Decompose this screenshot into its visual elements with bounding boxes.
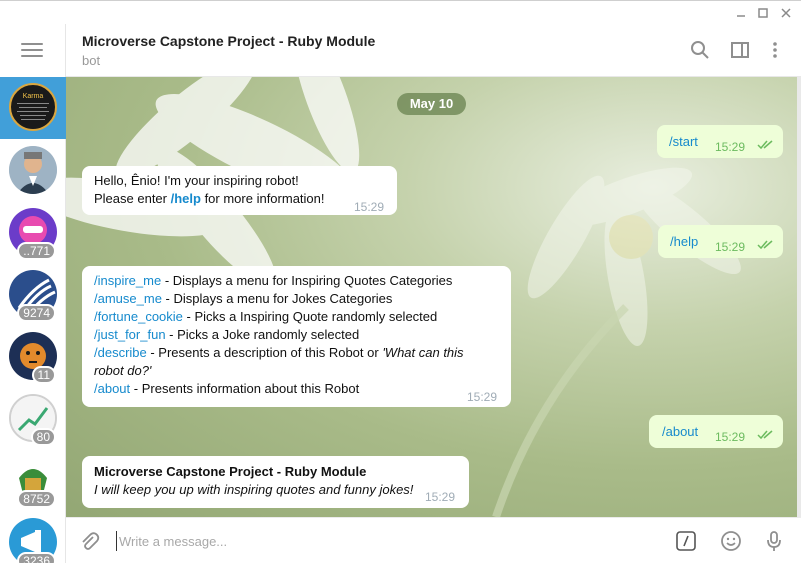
message-time: 15:29 <box>715 140 746 154</box>
chat-item[interactable]: 3236 <box>0 512 66 563</box>
outgoing-message[interactable]: /start 15:29 <box>657 125 783 158</box>
message-time: 15:29 <box>715 430 746 444</box>
more-vertical-icon[interactable] <box>764 39 786 61</box>
incoming-message[interactable]: Microverse Capstone Project - Ruby Modul… <box>82 456 469 508</box>
command-link[interactable]: /just_for_fun <box>94 327 166 342</box>
command-description: - Picks a Inspiring Quote randomly selec… <box>182 309 438 324</box>
command-link[interactable]: /inspire_me <box>94 273 161 288</box>
unread-badge: 11 <box>31 366 56 384</box>
minimize-icon[interactable] <box>733 5 749 21</box>
help-line: /inspire_me - Displays a menu for Inspir… <box>94 272 452 290</box>
close-icon[interactable] <box>778 5 794 21</box>
message-time: 15:29 <box>354 200 385 214</box>
unread-badge: ..771 <box>17 242 56 260</box>
message-title: Microverse Capstone Project - Ruby Modul… <box>94 464 367 479</box>
double-check-icon <box>757 140 773 150</box>
attach-icon[interactable] <box>78 530 100 552</box>
message-time: 15:29 <box>425 490 456 504</box>
message-text[interactable]: /help <box>670 233 698 251</box>
man-in-suit-avatar <box>9 146 57 194</box>
emoji-icon[interactable] <box>720 530 742 552</box>
chat-list-sidebar: Karma ..771 9274 11 80 8752 3236 <box>0 24 66 563</box>
chat-item[interactable]: 8752 <box>0 450 66 512</box>
microphone-icon[interactable] <box>763 530 785 552</box>
chat-item[interactable]: 9274 <box>0 264 66 326</box>
date-separator: May 10 <box>397 93 466 115</box>
chat-title[interactable]: Microverse Capstone Project - Ruby Modul… <box>82 33 375 49</box>
unread-badge: 9274 <box>17 304 56 322</box>
command-link[interactable]: /fortune_cookie <box>94 309 183 324</box>
window-titlebar <box>0 0 801 24</box>
maximize-icon[interactable] <box>755 5 771 21</box>
bot-commands-icon[interactable] <box>675 530 697 552</box>
command-description: - Presents information about this Robot <box>130 381 360 396</box>
message-time: 15:29 <box>467 390 498 404</box>
message-text: Please enter <box>94 191 171 206</box>
command-link[interactable]: /about <box>94 381 130 396</box>
command-description: - Picks a Joke randomly selected <box>165 327 360 342</box>
message-time: 15:29 <box>715 240 746 254</box>
chat-item[interactable] <box>0 140 66 202</box>
chat-status: bot <box>82 53 101 68</box>
chat-messages-area[interactable]: May 10 /start 15:29 Hello, Ênio! I'm you… <box>66 77 800 517</box>
command-description: - Displays a menu for Inspiring Quotes C… <box>161 273 453 288</box>
help-line: /about - Presents information about this… <box>94 380 359 398</box>
chat-scrollbar[interactable] <box>797 77 801 517</box>
outgoing-message[interactable]: /help 15:29 <box>658 225 783 258</box>
help-line: /fortune_cookie - Picks a Inspiring Quot… <box>94 308 437 326</box>
message-text: Hello, Ênio! I'm your inspiring robot! <box>94 173 299 188</box>
outgoing-message[interactable]: /about 15:29 <box>649 415 783 448</box>
command-link[interactable]: /describe <box>94 345 147 360</box>
command-description: - Displays a menu for Jokes Categories <box>161 291 393 306</box>
chat-item[interactable]: ..771 <box>0 202 66 264</box>
message-text[interactable]: /start <box>669 133 698 151</box>
chat-item[interactable]: 11 <box>0 326 66 388</box>
double-check-icon <box>757 430 773 440</box>
search-icon[interactable] <box>689 39 711 61</box>
message-input[interactable] <box>116 531 636 551</box>
command-description: - Presents a description of this Robot o… <box>146 345 383 360</box>
help-line: /amuse_me - Displays a menu for Jokes Ca… <box>94 290 392 308</box>
help-line: /describe - Presents a description of th… <box>94 344 489 380</box>
incoming-message[interactable]: /inspire_me - Displays a menu for Inspir… <box>82 266 511 407</box>
chat-item[interactable]: 80 <box>0 388 66 450</box>
sidebar-toggle-icon[interactable] <box>729 39 751 61</box>
message-text: for more information! <box>200 191 325 206</box>
unread-badge: 80 <box>30 428 56 446</box>
help-line: /just_for_fun - Picks a Joke randomly se… <box>94 326 359 344</box>
hamburger-icon[interactable] <box>21 43 43 59</box>
chat-item-karma[interactable]: Karma <box>0 77 66 139</box>
incoming-message[interactable]: Hello, Ênio! I'm your inspiring robot! P… <box>82 166 397 215</box>
message-text: I will keep you up with inspiring quotes… <box>94 482 414 497</box>
message-text[interactable]: /about <box>662 423 698 441</box>
message-text-line2: Please enter /help for more information! <box>94 190 325 208</box>
double-check-icon <box>757 240 773 250</box>
help-command-link[interactable]: /help <box>171 191 201 206</box>
karma-avatar-label: Karma <box>22 93 44 100</box>
chat-header: Microverse Capstone Project - Ruby Modul… <box>66 24 801 77</box>
message-composer <box>66 517 801 563</box>
karma-avatar: Karma <box>9 83 57 131</box>
unread-badge: 3236 <box>17 552 56 563</box>
command-link[interactable]: /amuse_me <box>94 291 162 306</box>
unread-badge: 8752 <box>17 490 56 508</box>
